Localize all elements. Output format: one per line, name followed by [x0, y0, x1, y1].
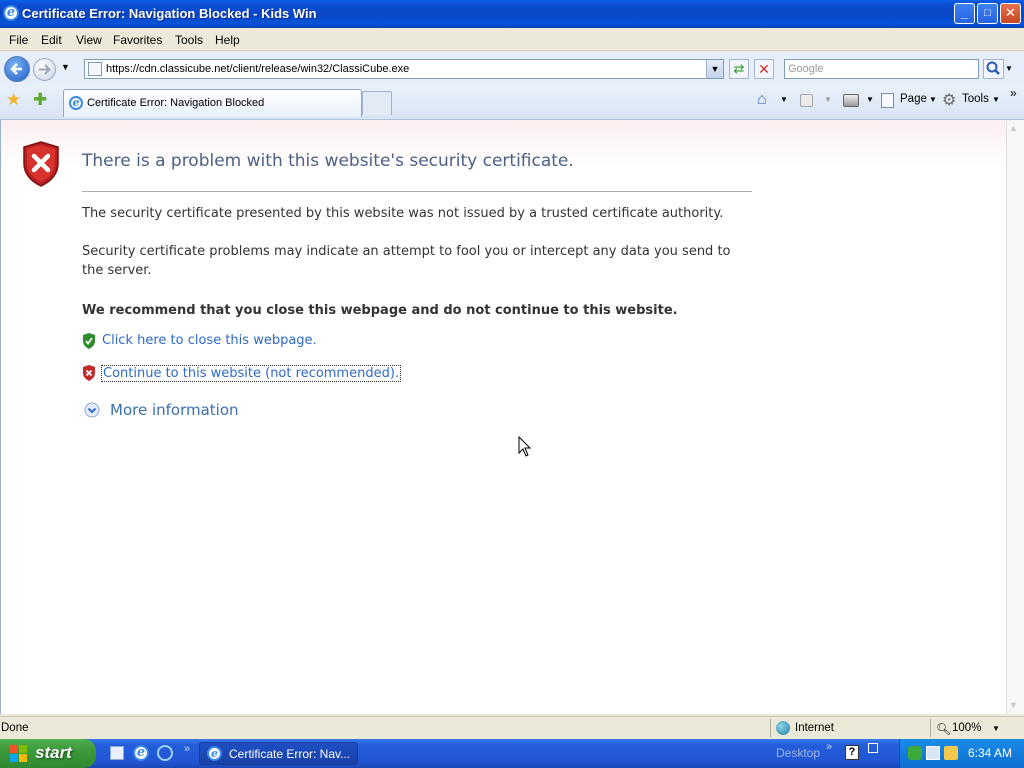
- page-menu[interactable]: Page: [900, 93, 927, 105]
- address-url[interactable]: https://cdn.classicube.net/client/releas…: [106, 63, 409, 75]
- zoom-level[interactable]: 100%: [952, 722, 981, 734]
- restore-icon[interactable]: [868, 743, 878, 753]
- scroll-down-icon[interactable]: ▼: [1009, 700, 1018, 710]
- security-zone[interactable]: Internet: [795, 722, 834, 734]
- tray-security-icon[interactable]: [944, 746, 958, 760]
- continue-website-link[interactable]: Continue to this website (not recommende…: [101, 365, 402, 382]
- quicklaunch-expand-icon[interactable]: »: [184, 743, 190, 755]
- windows-logo-icon: [10, 745, 28, 762]
- page-icon: [88, 62, 102, 76]
- search-button[interactable]: [983, 59, 1004, 79]
- clock[interactable]: 6:34 AM: [968, 746, 1012, 760]
- taskbar-window-label: Certificate Error: Nav...: [229, 747, 351, 761]
- tools-menu[interactable]: Tools: [962, 93, 989, 105]
- safe-shield-icon: [83, 333, 95, 349]
- close-webpage-link[interactable]: Click here to close this webpage.: [102, 333, 317, 348]
- internet-globe-icon: [776, 721, 790, 735]
- feeds-dropdown-icon[interactable]: ▼: [824, 95, 832, 104]
- ie-quicklaunch-icon[interactable]: e: [133, 745, 149, 761]
- recent-pages-dropdown-icon[interactable]: ▼: [61, 62, 70, 72]
- menu-file[interactable]: File: [9, 33, 28, 47]
- close-button[interactable]: ✕: [1000, 3, 1021, 24]
- ie-logo-icon: e: [3, 5, 19, 21]
- home-icon[interactable]: ⌂: [757, 91, 767, 109]
- error-heading: There is a problem with this website's s…: [82, 151, 574, 171]
- start-label: start: [35, 743, 72, 762]
- address-bar[interactable]: https://cdn.classicube.net/client/releas…: [84, 59, 724, 79]
- add-favorites-icon[interactable]: ✚: [33, 90, 47, 110]
- search-placeholder: Google: [788, 63, 824, 75]
- stop-button[interactable]: ✕: [754, 59, 774, 79]
- forward-arrow-icon: [39, 64, 51, 75]
- menu-edit[interactable]: Edit: [41, 33, 62, 47]
- print-dropdown-icon[interactable]: ▼: [866, 95, 874, 104]
- title-bar[interactable]: e Certificate Error: Navigation Blocked …: [0, 0, 1024, 28]
- start-button[interactable]: start: [0, 739, 96, 768]
- desktop-expand-icon[interactable]: »: [826, 741, 832, 753]
- feeds-icon[interactable]: [800, 94, 813, 107]
- minimize-button[interactable]: _: [954, 3, 975, 24]
- tab-ie-icon: e: [69, 96, 83, 110]
- print-icon[interactable]: [843, 94, 859, 107]
- tools-dropdown-icon[interactable]: ▼: [992, 95, 1000, 104]
- new-tab-button[interactable]: [362, 91, 392, 115]
- unsafe-shield-icon: [83, 365, 95, 381]
- search-input[interactable]: Google: [784, 59, 979, 79]
- vertical-scrollbar[interactable]: ▲ ▼: [1006, 120, 1024, 714]
- tab-certificate-error[interactable]: e Certificate Error: Navigation Blocked: [63, 89, 362, 117]
- page-dropdown-icon[interactable]: ▼: [929, 95, 937, 104]
- show-desktop-quicklaunch-icon[interactable]: [110, 746, 124, 760]
- status-bar: Done Internet 🔍︎ 100% ▼: [0, 716, 1024, 739]
- menu-bar: File Edit View Favorites Tools Help: [0, 28, 1024, 51]
- back-button[interactable]: [4, 56, 30, 82]
- taskbar-ie-icon: e: [207, 746, 222, 761]
- error-description: The security certificate presented by th…: [82, 206, 724, 221]
- help-icon[interactable]: ?: [845, 745, 859, 760]
- desktop-toolbar[interactable]: Desktop: [776, 746, 820, 760]
- error-shield-icon: [23, 141, 59, 187]
- mouse-cursor-icon: [518, 436, 532, 457]
- zoom-icon: 🔍︎: [936, 722, 952, 736]
- tools-gear-icon: ⚙: [942, 92, 957, 109]
- chevron-more-icon[interactable]: »: [1010, 86, 1017, 100]
- forward-button[interactable]: [33, 58, 56, 81]
- address-dropdown-icon[interactable]: ▼: [706, 60, 723, 78]
- search-options-dropdown-icon[interactable]: ▼: [1005, 64, 1013, 73]
- quicklaunch-app-icon[interactable]: [157, 745, 173, 761]
- refresh-button[interactable]: ⇄: [729, 59, 749, 79]
- favorites-star-icon[interactable]: ★: [6, 90, 21, 110]
- back-arrow-icon: [10, 63, 22, 75]
- zoom-dropdown-icon[interactable]: ▼: [992, 724, 1000, 733]
- home-dropdown-icon[interactable]: ▼: [780, 95, 788, 104]
- system-tray: 6:34 AM: [899, 739, 1024, 768]
- scroll-up-icon[interactable]: ▲: [1009, 123, 1018, 133]
- error-warning-text: Security certificate problems may indica…: [82, 244, 731, 278]
- menu-tools[interactable]: Tools: [175, 33, 203, 47]
- window-title: Certificate Error: Navigation Blocked - …: [22, 6, 317, 21]
- heading-divider: [82, 191, 752, 192]
- tab-label: Certificate Error: Navigation Blocked: [87, 97, 265, 109]
- menu-favorites[interactable]: Favorites: [113, 33, 162, 47]
- more-information-link[interactable]: More information: [110, 401, 239, 419]
- taskbar-window-button[interactable]: e Certificate Error: Nav...: [199, 742, 358, 765]
- status-text: Done: [1, 722, 29, 734]
- expand-chevron-icon[interactable]: [84, 402, 100, 418]
- menu-view[interactable]: View: [76, 33, 102, 47]
- tray-app-icon[interactable]: [926, 746, 940, 760]
- maximize-button[interactable]: □: [977, 3, 998, 24]
- tray-network-icon[interactable]: [908, 746, 922, 760]
- page-menu-icon: [881, 93, 894, 108]
- recommendation-text: We recommend that you close this webpage…: [82, 303, 678, 318]
- search-icon: [986, 61, 1000, 75]
- menu-help[interactable]: Help: [215, 33, 240, 47]
